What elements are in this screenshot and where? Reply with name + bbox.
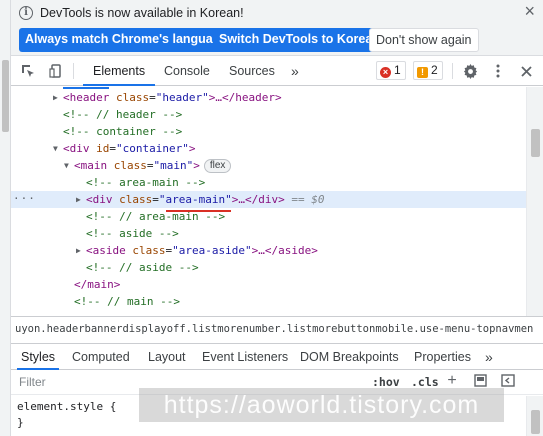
tab-sources[interactable]: Sources xyxy=(219,56,285,86)
inspect-element-icon[interactable] xyxy=(17,56,39,86)
class-toggle[interactable]: .cls xyxy=(411,375,439,389)
infobar-close-icon[interactable]: × xyxy=(524,2,535,20)
error-icon: × xyxy=(380,67,391,78)
computed-styles-toggle-icon[interactable] xyxy=(473,374,487,388)
expand-arrow-icon[interactable]: ▶ xyxy=(76,242,86,259)
devtools-panel: i DevTools is now available in Korean! ×… xyxy=(11,0,543,436)
breadcrumb-path[interactable]: uyon.headerbannerdisplayoff.listmorenumb… xyxy=(15,323,533,335)
dom-comment[interactable]: <!-- area-main --> xyxy=(11,174,526,191)
warning-count: 2 xyxy=(431,63,438,77)
breadcrumb: uyon.headerbannerdisplayoff.listmorenumb… xyxy=(11,316,543,344)
tab-event-listeners[interactable]: Event Listeners xyxy=(198,344,292,370)
tab-dom-breakpoints[interactable]: DOM Breakpoints xyxy=(296,344,403,370)
device-toolbar-icon[interactable] xyxy=(45,56,67,86)
new-style-rule-plus-icon[interactable]: + xyxy=(445,373,459,389)
dom-comment[interactable]: <!-- // area-main --> xyxy=(11,208,526,225)
language-infobar: i DevTools is now available in Korean! ×… xyxy=(11,0,543,56)
tab-properties[interactable]: Properties xyxy=(410,344,475,370)
dom-node-aside[interactable]: ▶ <aside class="area-aside">…</aside> xyxy=(11,242,526,259)
expand-arrow-icon[interactable]: ▶ xyxy=(76,191,86,208)
tab-styles[interactable]: Styles xyxy=(17,344,60,370)
info-icon: i xyxy=(19,6,33,20)
dom-tree-scrollbar[interactable] xyxy=(526,87,543,316)
settings-gear-icon[interactable] xyxy=(459,56,481,86)
element-style-rule[interactable]: element.style { xyxy=(17,400,116,413)
dom-tree: ▶ <header class="header">…</header> <!--… xyxy=(11,87,543,316)
more-tabs-chevron-icon[interactable]: » xyxy=(281,56,309,86)
flex-badge[interactable]: flex xyxy=(203,159,232,173)
toolbar-divider xyxy=(73,63,74,79)
element-style-close-brace: } xyxy=(17,416,24,429)
page-scroll-strip xyxy=(0,0,11,436)
collapse-arrow-icon[interactable]: ▼ xyxy=(53,140,63,157)
styles-scrollbar-thumb[interactable] xyxy=(531,410,540,434)
dom-comment[interactable]: <!-- container --> xyxy=(11,123,526,140)
infobar-message: DevTools is now available in Korean! xyxy=(40,6,244,20)
dom-comment[interactable]: <!-- aside --> xyxy=(11,225,526,242)
dom-node-area-main-selected[interactable]: ··· ▶ <div class="area-main">…</div> == … xyxy=(11,191,526,208)
dom-comment[interactable]: <!-- // main --> xyxy=(11,293,526,310)
hover-state-toggle[interactable]: :hov xyxy=(372,375,400,389)
warnings-badge[interactable]: ! 2 xyxy=(413,61,443,80)
expand-arrow-icon[interactable]: ▶ xyxy=(53,89,63,106)
styles-scrollbar[interactable] xyxy=(526,396,543,436)
tab-layout[interactable]: Layout xyxy=(144,344,190,370)
more-sidebar-tabs-chevron-icon[interactable]: » xyxy=(481,344,497,370)
tab-console[interactable]: Console xyxy=(154,56,220,86)
dom-node-main-close[interactable]: </main> xyxy=(11,276,526,293)
dom-comment[interactable]: <!-- // aside --> xyxy=(11,259,526,276)
dom-node-header[interactable]: ▶ <header class="header">…</header> xyxy=(11,89,526,106)
tab-computed[interactable]: Computed xyxy=(68,344,134,370)
sidebar-toggle-icon[interactable] xyxy=(501,374,515,388)
always-match-language-button[interactable]: Always match Chrome's language xyxy=(19,28,234,52)
close-devtools-icon[interactable] xyxy=(515,56,537,86)
collapse-arrow-icon[interactable]: ▼ xyxy=(64,157,74,174)
devtools-toolbar: Elements Console Sources » × 1 ! 2 xyxy=(11,56,543,86)
red-underline-annotation xyxy=(166,210,231,212)
errors-badge[interactable]: × 1 xyxy=(376,61,406,80)
tab-elements[interactable]: Elements xyxy=(83,56,156,86)
dont-show-again-button[interactable]: Don't show again xyxy=(369,28,479,52)
node-actions-ellipsis[interactable]: ··· xyxy=(13,190,36,207)
dom-node-container[interactable]: ▼ <div id="container"> xyxy=(11,140,526,157)
styles-filter-input[interactable]: Filter xyxy=(19,375,46,389)
sidebar-tabs: Styles Computed Layout Event Listeners D… xyxy=(11,344,543,370)
warning-icon: ! xyxy=(417,67,428,78)
dom-comment[interactable]: <!-- // header --> xyxy=(11,106,526,123)
toolbar-divider xyxy=(452,63,453,79)
dom-node-main[interactable]: ▼ <main class="main"> flex xyxy=(11,157,526,174)
dom-tree-scrollbar-thumb[interactable] xyxy=(531,129,540,157)
page-scrollbar-thumb[interactable] xyxy=(2,60,9,132)
watermark: https://aoworld.tistory.com xyxy=(139,388,504,422)
more-options-icon[interactable] xyxy=(487,56,509,86)
switch-to-korean-button[interactable]: Switch DevTools to Korean xyxy=(213,28,386,52)
error-count: 1 xyxy=(394,63,401,77)
